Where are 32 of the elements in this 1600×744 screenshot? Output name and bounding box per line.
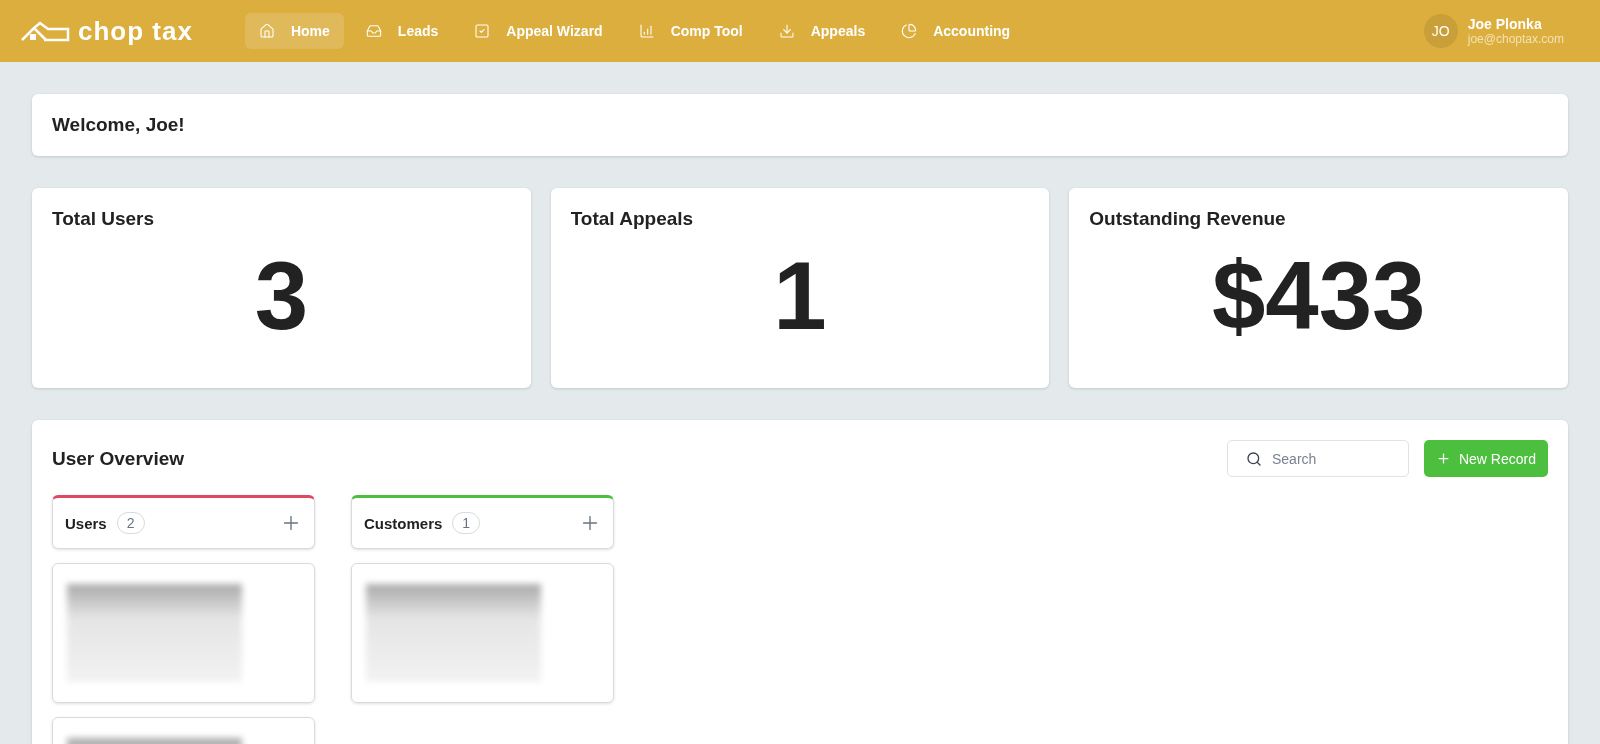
nav-link[interactable]: Home [244,13,344,49]
home-icon [258,23,275,39]
checkbox-icon [474,23,491,39]
nav-link[interactable]: Appeals [764,13,880,49]
search-field[interactable]: Search [1226,440,1409,477]
stat-value: 1 [772,248,828,344]
stat-title: Total Users [52,208,156,230]
stat-value: 3 [253,248,309,344]
user-avatar[interactable]: JO [1423,14,1458,48]
new-record-button[interactable]: New Record [1423,440,1548,477]
pie-chart-icon [901,23,918,39]
brand-name: chop tax [78,15,193,47]
column-name: Users [65,514,107,532]
stat-title: Outstanding Revenue [1089,208,1287,230]
record-card[interactable] [52,563,315,703]
stat-title: Total Appeals [570,208,695,230]
stat-value: $433 [1210,248,1427,344]
user-name: Joe Plonka [1467,16,1543,32]
inbox-icon [365,23,382,39]
nav-link[interactable]: Appeal Wizard [460,13,617,49]
nav-link[interactable]: Comp Tool [624,13,757,49]
download-icon [778,23,795,39]
column-name: Customers [364,514,443,532]
overview-title: User Overview [52,447,185,470]
plus-icon [1435,451,1451,466]
user-email: joe@choptax.com [1467,32,1564,46]
bar-chart-icon [638,23,655,39]
record-card[interactable] [351,563,614,703]
house-logo-icon [20,20,70,42]
welcome-heading: Welcome, Joe! [32,94,1568,156]
nav-link[interactable]: Leads [351,13,453,49]
nav-link[interactable]: Accounting [887,13,1025,49]
